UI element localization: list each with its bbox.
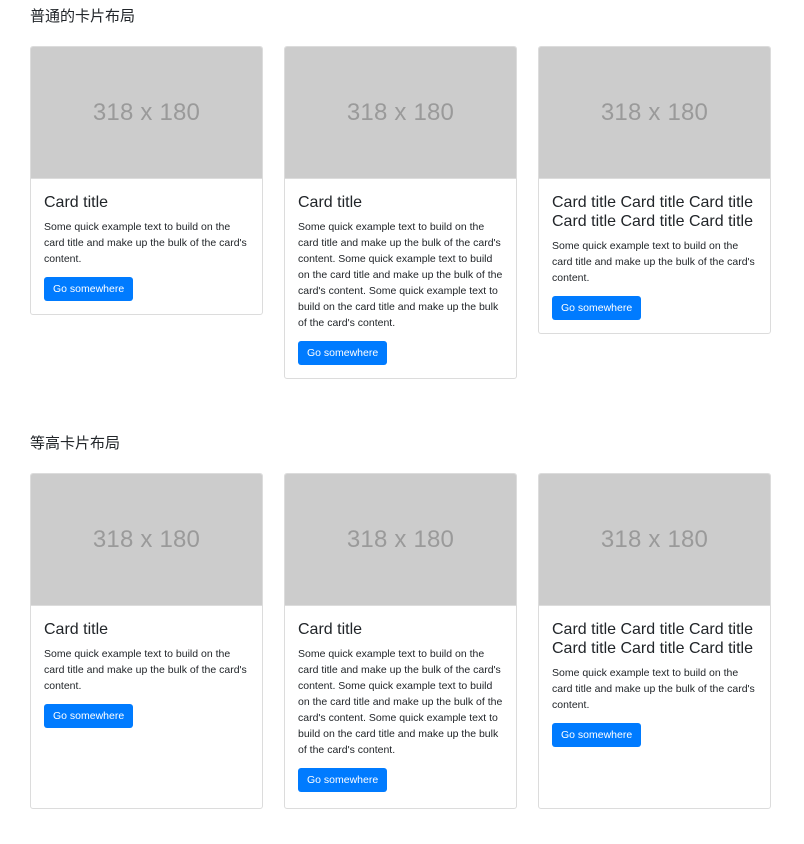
card-title: Card title [298,194,363,211]
go-somewhere-button[interactable]: Go somewhere [552,723,642,747]
card-body: Card title Card title Card title Card ti… [539,179,770,333]
card-body: Card title Some quick example text to bu… [31,606,262,808]
card-image-placeholder: 318 x 180 [285,474,516,606]
card-text: Some quick example text to build on the … [298,221,503,329]
card-body: Card title Card title Card title Card ti… [539,606,770,808]
card-text: Some quick example text to build on the … [44,648,247,692]
card-title: Card title [44,194,109,211]
image-size-label: 318 x 180 [600,525,709,553]
card: 318 x 180 Card title Card title Card tit… [538,46,771,334]
image-size-label: 318 x 180 [346,525,455,553]
card: 318 x 180 Card title Some quick example … [284,473,517,809]
card: 318 x 180 Card title Some quick example … [30,46,263,315]
card-body: Card title Some quick example text to bu… [285,179,516,378]
card-image-placeholder: 318 x 180 [285,47,516,179]
go-somewhere-button[interactable]: Go somewhere [552,296,642,320]
image-size-label: 318 x 180 [92,98,201,126]
card-image-placeholder: 318 x 180 [31,47,262,179]
go-somewhere-button[interactable]: Go somewhere [298,768,388,792]
card-body: Card title Some quick example text to bu… [31,179,262,314]
card-body: Card title Some quick example text to bu… [285,606,516,808]
go-somewhere-button[interactable]: Go somewhere [44,704,134,728]
card-title: Card title [44,621,109,638]
card-title: Card title Card title Card title Card ti… [552,621,753,657]
card-text: Some quick example text to build on the … [552,667,755,711]
card: 318 x 180 Card title Some quick example … [30,473,263,809]
card-row: 318 x 180 Card title Some quick example … [30,46,771,379]
go-somewhere-button[interactable]: Go somewhere [298,341,388,365]
card: 318 x 180 Card title Some quick example … [284,46,517,379]
card-row: 318 x 180 Card title Some quick example … [30,473,771,809]
image-size-label: 318 x 180 [600,98,709,126]
card: 318 x 180 Card title Card title Card tit… [538,473,771,809]
card-image-placeholder: 318 x 180 [31,474,262,606]
card-text: Some quick example text to build on the … [552,240,755,284]
card-title: Card title Card title Card title Card ti… [552,194,753,230]
section-title: 等高卡片布局 [30,434,121,452]
go-somewhere-button[interactable]: Go somewhere [44,277,134,301]
card-image-placeholder: 318 x 180 [539,47,770,179]
card-text: Some quick example text to build on the … [44,221,247,265]
image-size-label: 318 x 180 [346,98,455,126]
card-text: Some quick example text to build on the … [298,648,503,756]
card-image-placeholder: 318 x 180 [539,474,770,606]
section-title: 普通的卡片布局 [30,7,136,25]
card-title: Card title [298,621,363,638]
image-size-label: 318 x 180 [92,525,201,553]
